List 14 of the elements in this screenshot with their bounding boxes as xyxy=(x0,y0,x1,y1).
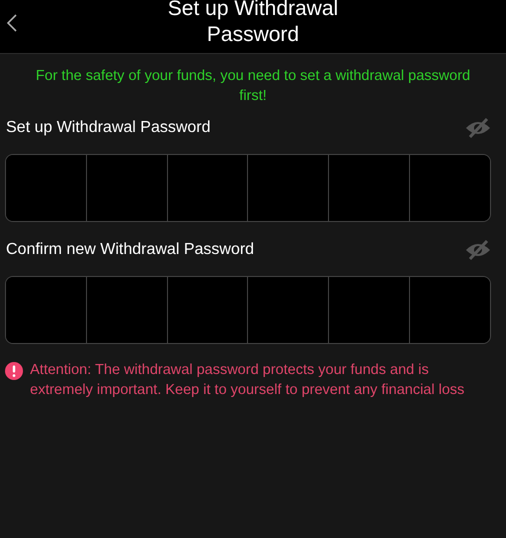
code-input[interactable] xyxy=(5,154,491,222)
attention-text: Attention: The withdrawal password protects your funds and is extremely important. Keep it to yourself to prevent any financial loss xyxy=(30,361,466,400)
field-label: Set up Withdrawal Password xyxy=(6,119,211,137)
digit-cell[interactable] xyxy=(6,277,87,343)
digit-cell[interactable] xyxy=(6,155,87,221)
code-input[interactable] xyxy=(5,276,491,344)
eye-slash-icon[interactable] xyxy=(465,118,491,138)
notice-text: For the safety of your funds, you need to set a withdrawal password first! xyxy=(34,67,472,106)
eye-slash-icon[interactable] xyxy=(465,240,491,260)
digit-cell[interactable] xyxy=(168,277,248,343)
page-title: Set up Withdrawal Password xyxy=(166,0,340,48)
digit-cell[interactable] xyxy=(168,155,248,221)
field-label: Confirm new Withdrawal Password xyxy=(6,241,254,259)
alert-icon xyxy=(5,362,23,380)
